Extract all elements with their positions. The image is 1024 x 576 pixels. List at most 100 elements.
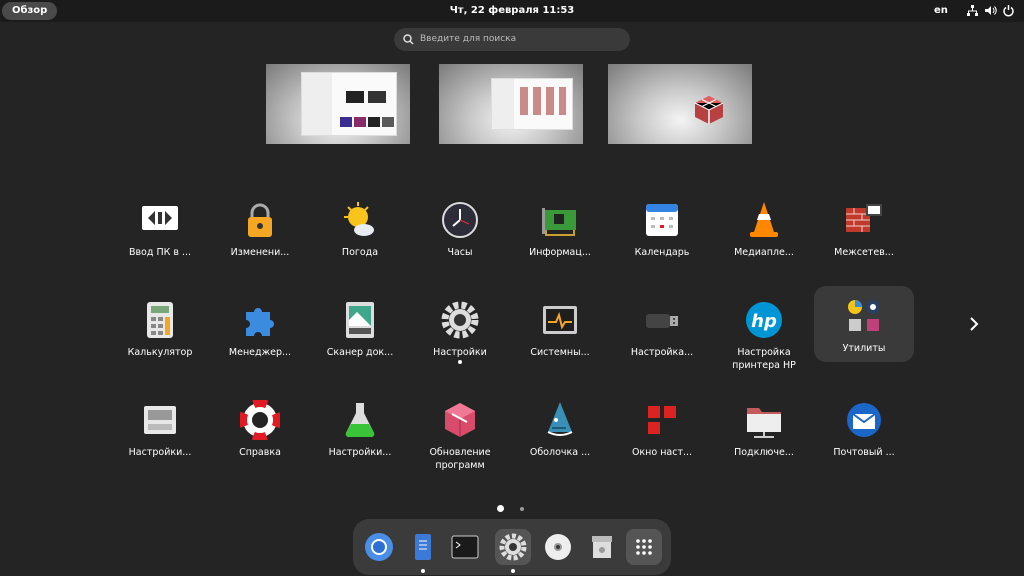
scanner-icon [340,300,380,340]
flask-icon [340,400,380,440]
app-label: Настройка... [630,347,694,358]
power-icon[interactable] [1002,4,1015,17]
dock-archive[interactable] [584,529,620,565]
dock [353,519,671,575]
cube-logo [694,96,724,124]
weather-icon [340,200,380,240]
app-label: Оболочка ... [529,447,591,458]
app-label: Настройки... [128,447,192,458]
app-label: Подключе... [734,447,794,458]
app-tile[interactable]: Менеджер... [210,290,310,380]
dock-terminal[interactable] [447,529,483,565]
app-tile[interactable]: Настройки... [310,390,410,480]
top-bar: Обзор Чт, 22 февраля 11:53 en [0,0,1024,22]
lifebuoy-icon [239,399,281,441]
workspace-thumbnail-3[interactable] [608,64,752,144]
app-tile[interactable]: Окно наст... [612,390,712,480]
app-tile[interactable]: Утилиты [814,286,914,362]
app-tile[interactable]: hp Настройка принтера HP [714,290,814,380]
search-icon [403,34,414,45]
thunderbird-icon [844,400,884,440]
app-tile[interactable]: Системны... [510,290,610,380]
app-label: Часы [447,247,473,258]
dock-text-editor[interactable] [405,529,441,565]
window-preview [301,72,397,136]
app-label: Почтовый ... [833,447,895,458]
app-label: Настройки... [328,447,392,458]
workspace-thumbnail-2[interactable] [439,64,583,144]
app-tile[interactable]: Межсетев... [814,190,914,280]
app-tile[interactable]: Погода [310,190,410,280]
language-indicator[interactable]: en [934,0,948,22]
app-label: Настройка принтера HP [732,347,796,371]
app-label: Настройки [433,347,487,358]
red-squares-icon [642,400,682,440]
printer-settings-icon [140,400,180,440]
puzzle-icon [240,300,280,340]
app-tile[interactable]: Калькулятор [110,290,210,380]
next-page-arrow[interactable] [965,314,983,334]
usb-drive-icon [642,300,682,340]
hp-logo-icon: hp [744,300,784,340]
app-tile[interactable]: Сканер док... [310,290,410,380]
app-tile[interactable]: Ввод ПК в ... [110,190,210,280]
settings-gear-icon [499,533,527,561]
text-editor-icon [415,534,431,560]
system-monitor-icon [540,300,580,340]
dock-chromium[interactable] [361,529,397,565]
package-icon [440,400,480,440]
workspace-thumbnail-1[interactable] [266,64,410,144]
app-tile[interactable]: Настройка... [612,290,712,380]
app-tile[interactable]: Подключе... [714,390,814,480]
app-label: Системны... [530,347,590,358]
app-label: Утилиты [842,343,886,354]
clock-icon [440,200,480,240]
app-label: Сканер док... [326,347,394,358]
terminal-icon [451,535,479,559]
app-tile[interactable]: Часы [410,190,510,280]
app-label: Межсетев... [834,247,894,258]
search-entry[interactable]: Введите для поиска [394,28,630,51]
padlock-icon [240,200,280,240]
system-tray[interactable] [966,4,1015,17]
network-folder-icon [744,400,784,440]
app-tile[interactable]: Настройки... [110,390,210,480]
chromium-icon [365,533,393,561]
app-label: Справка [239,447,281,458]
dock-settings[interactable] [495,529,531,565]
calendar-icon [642,200,682,240]
app-label: Погода [341,247,379,258]
app-label: Окно наст... [631,447,693,458]
dock-show-apps[interactable] [626,529,662,565]
app-tile[interactable]: Обновление программ [410,390,510,480]
clock-date[interactable]: Чт, 22 февраля 11:53 [0,0,1024,22]
search-placeholder: Введите для поиска [420,34,517,44]
vlc-cone-icon [744,200,784,240]
window-preview [491,78,573,130]
volume-icon[interactable] [984,4,997,17]
shell-shark-icon [540,400,580,440]
hardware-info-icon [540,200,580,240]
app-tile[interactable]: Почтовый ... [814,390,914,480]
archive-trash-icon [592,536,612,558]
app-tile[interactable]: Настройки [410,290,510,380]
page-indicator-2[interactable] [520,507,524,511]
app-label: Обновление программ [429,447,491,471]
app-tile[interactable]: Календарь [612,190,712,280]
app-tile[interactable]: Медиапле... [714,190,814,280]
dock-disc[interactable] [540,529,576,565]
page-indicator-1[interactable] [497,505,504,512]
folder-utilities-icon [844,296,884,336]
app-tile[interactable]: Информац... [510,190,610,280]
running-indicator [511,569,515,573]
settings-gear-icon [440,300,480,340]
remote-desktop-icon [140,200,180,240]
network-icon[interactable] [966,4,979,17]
app-tile[interactable]: Справка [210,390,310,480]
app-label: Информац... [529,247,591,258]
firewall-icon [844,200,884,240]
app-label: Менеджер... [228,347,292,358]
app-tile[interactable]: Оболочка ... [510,390,610,480]
app-tile[interactable]: Изменени... [210,190,310,280]
app-label: Ввод ПК в ... [128,247,192,258]
